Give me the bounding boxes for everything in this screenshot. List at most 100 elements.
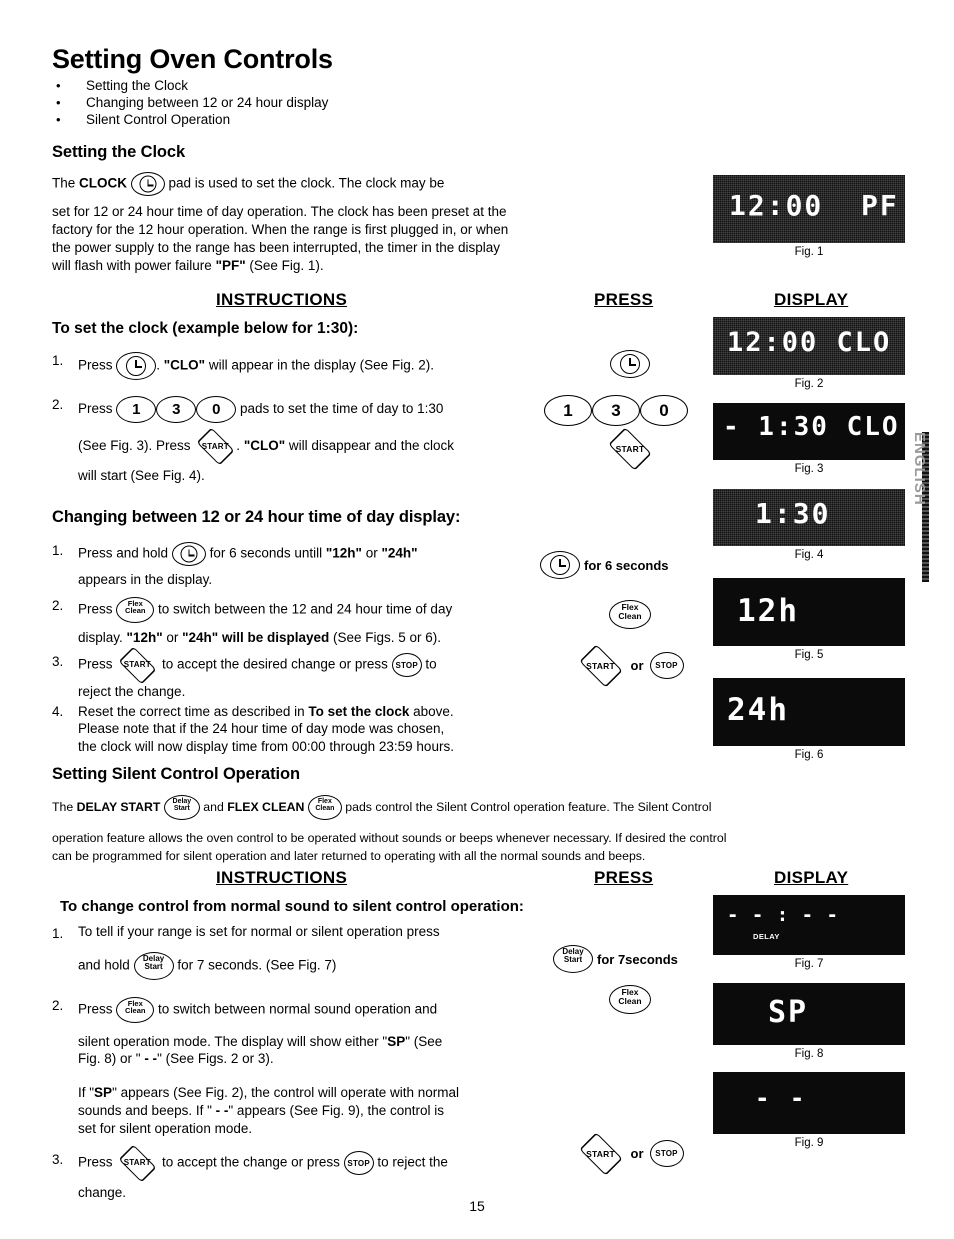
display-sublabel-delay: DELAY [753,932,780,941]
pf-bold: "PF" [215,258,246,274]
oven-display-screen: SP [713,983,905,1045]
oven-display-screen: - - [713,1072,905,1134]
step-text-b: to switch between normal sound operation… [154,1001,438,1017]
subheading-changing-hours: Changing between 12 or 24 hour time of d… [52,508,461,526]
list-item: • Setting the Clock [56,78,516,93]
topic-bullet-list: • Setting the Clock • Changing between 1… [56,78,516,129]
oven-display-screen: 24h [713,678,905,746]
clock-glyph-icon [126,356,147,376]
intro-text-c: pads control the Silent Control operatio… [341,799,712,814]
clock-intro-paragraph: The CLOCK pad is used to set the clock. … [52,172,522,275]
press-start-or-stop-2[interactable]: START or STOP [550,1131,710,1176]
stop-pad-icon: STOP [343,1151,374,1176]
hold-duration-label: for 6 seconds [584,557,669,573]
figure-fig6: 24h Fig. 6 [713,678,905,761]
number-pad-3[interactable]: 3 [156,396,197,423]
press-clock-pad[interactable] [580,350,680,378]
start-pad-icon[interactable]: START [606,427,654,471]
hold-duration-label: for 7seconds [597,951,678,967]
bullet-icon: • [56,78,61,93]
press-number-pads[interactable]: 130 [528,395,704,426]
figure-caption: Fig. 2 [794,378,824,390]
twelve-h-bold: "12h" [126,629,163,645]
delay-pad-bottom: Start [144,961,163,971]
delay-pad-top: Delay [172,798,192,805]
stop-pad-icon[interactable]: STOP [649,1140,684,1167]
step-text-a: Press [78,401,117,417]
step-text-a: Press [78,656,117,672]
step-text-b: . [156,357,164,373]
flex-pad-top: Flex [317,798,332,805]
list-item: 1. Press . "CLO" will appear in the disp… [52,352,542,380]
step-number: 1. [52,543,64,558]
change-hours-steps: 1. Press and hold for 6 seconds untill "… [52,542,552,758]
step-text-c: silent operation mode. The display will … [78,1033,388,1049]
number-pad-0[interactable]: 0 [196,396,237,423]
step-number: 3. [52,1152,64,1168]
press-flex-clean-pad-2[interactable]: Flex Clean [580,985,680,1014]
oven-display-screen: 12h [713,578,905,646]
figure-fig4: 1:30 Fig. 4 [713,489,905,561]
figure-caption: Fig. 9 [794,1137,824,1149]
list-item-label: Changing between 12 or 24 hour display [86,95,329,110]
step-text-c: (See Fig. 3). Press [78,438,195,454]
clock-pad-icon[interactable] [540,551,580,579]
press-start-or-stop-1[interactable]: START or STOP [550,643,710,688]
flex-pad-bottom: Clean [125,1006,146,1016]
step-text-d: . [236,438,244,454]
note-text-e: set for silent operation mode. [78,1121,253,1137]
step-number: 3. [52,654,64,669]
or-label: or [630,1146,644,1161]
number-pad-1[interactable]: 1 [544,395,592,426]
flex-clean-pad-icon[interactable]: Flex Clean [609,985,651,1014]
flex-clean-bold: FLEX CLEAN [227,799,305,814]
manual-page: Setting Oven Controls • Setting the Cloc… [0,0,954,1239]
step-text-c: for 7 seconds. (See Fig. 7) [173,957,337,973]
figure-caption: Fig. 1 [794,246,824,258]
delay-pad-bottom: Start [563,955,583,965]
subheading-to-set-the-clock: To set the clock (example below for 1:30… [52,320,359,337]
press-start-pad[interactable]: START [580,427,680,471]
clock-glyph-icon [620,354,640,374]
step-text-c: above. [409,703,454,719]
start-pad-label: START [123,1158,151,1168]
number-pad-0[interactable]: 0 [640,395,688,426]
number-pad-3[interactable]: 3 [592,395,640,426]
oven-display-screen: - - : - - DELAY [713,895,905,955]
flex-clean-pad-icon[interactable]: Flex Clean [609,600,651,629]
start-pad-icon[interactable]: START [577,1131,625,1176]
press-flex-clean-pad[interactable]: Flex Clean [580,600,680,629]
section-heading-silent-control: Setting Silent Control Operation [52,765,300,783]
step-text-e: the clock will now display time from 00:… [78,738,454,754]
step-text-a: Press [78,1001,117,1017]
oven-display-screen: 12:00 CLO [713,317,905,375]
column-header-press-bottom: PRESS [594,868,654,887]
silent-intro-paragraph: The DELAY START Delay Start and FLEX CLEA… [52,795,922,866]
step-text-c: display. [78,629,127,645]
figure-caption: Fig. 8 [794,1048,824,1060]
list-item: 1. To tell if your range is set for norm… [52,925,552,980]
display-text: 1:30 [755,497,831,530]
clock-glyph-icon [139,175,157,193]
start-pad-icon[interactable]: START [577,643,625,688]
flex-clean-pad-icon: Flex Clean [307,795,342,820]
figure-caption: Fig. 7 [794,958,824,970]
note-text-b: " appears (See Fig. 2), the control will… [112,1085,460,1101]
twelve-h-bold: "12h" [325,545,362,561]
step-text-d: reject the change. [78,684,186,699]
delay-start-pad-icon[interactable]: Delay Start [553,945,593,973]
step-text-c: to reject the [373,1154,448,1170]
display-text: 12:00 CLO [727,327,892,358]
step-text-d: Please note that if the 24 hour time of … [78,721,445,737]
section-heading-setting-the-clock: Setting the Clock [52,143,186,161]
list-item-label: Silent Control Operation [86,112,231,127]
figure-caption: Fig. 6 [794,749,824,761]
stop-pad-icon[interactable]: STOP [649,652,684,679]
clock-pad-icon[interactable] [610,350,650,378]
list-item: 3. Press START to accept the desired cha… [52,646,552,699]
number-pad-1[interactable]: 1 [116,396,157,423]
step-text-a: Press [78,1154,117,1170]
press-clock-hold-6s[interactable]: for 6 seconds [540,551,730,579]
step-text-b: and hold [78,957,134,973]
note-text-a: If " [78,1085,95,1101]
